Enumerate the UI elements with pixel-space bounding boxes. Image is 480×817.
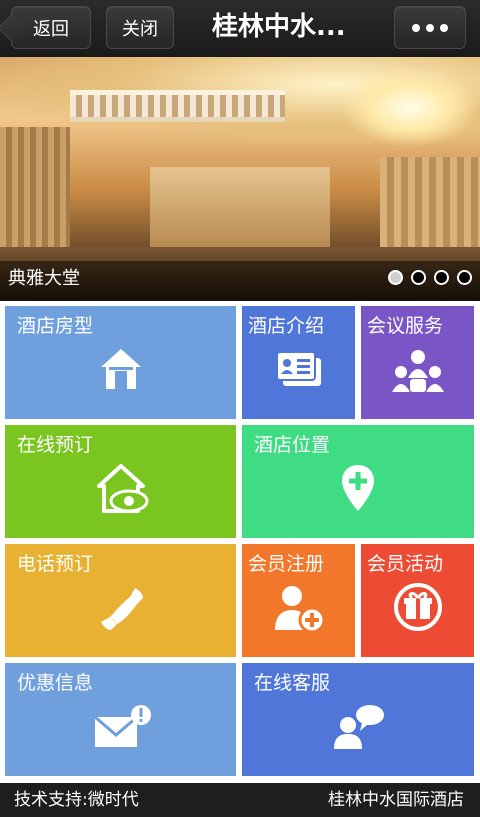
tile-label: 电话预订 (17, 553, 94, 575)
footer-bar: 技术支持:微时代 桂林中水国际酒店 (0, 783, 480, 817)
tile-label: 会议服务 (367, 315, 444, 337)
tile-label: 酒店介绍 (248, 315, 325, 337)
carousel-dot[interactable] (388, 270, 403, 285)
house-eye-icon (97, 464, 149, 513)
tile-member-activity[interactable]: 会员活动 (361, 544, 474, 657)
close-button-label: 关闭 (122, 18, 158, 40)
carousel-dot[interactable] (411, 270, 426, 285)
tile-member-register[interactable]: 会员注册 (242, 544, 355, 657)
tile-label: 会员活动 (367, 553, 444, 575)
back-button[interactable]: 返回 (11, 6, 91, 49)
chat-person-icon (334, 705, 384, 749)
tile-label: 酒店房型 (17, 315, 94, 337)
balcony-railing (70, 90, 285, 122)
close-button[interactable]: 关闭 (106, 6, 174, 49)
house-icon (101, 349, 141, 389)
mail-notification-icon (94, 705, 151, 747)
footer-tech-support: 技术支持:微时代 (14, 790, 139, 810)
tile-hotel-intro[interactable]: 酒店介绍 (242, 306, 355, 419)
carousel-caption: 典雅大堂 (8, 268, 80, 289)
tile-label: 在线预订 (17, 434, 94, 456)
phone-icon (101, 588, 143, 630)
carousel-dot[interactable] (434, 270, 449, 285)
ellipsis-icon (412, 23, 448, 32)
carousel-pager (388, 270, 472, 285)
top-navbar: 返回 关闭 桂林中水... (0, 0, 480, 57)
tile-online-booking[interactable]: 在线预订 (5, 425, 236, 538)
back-button-label: 返回 (33, 18, 69, 40)
tile-room-types[interactable]: 酒店房型 (5, 306, 236, 419)
photo-carousel[interactable]: 典雅大堂 (0, 57, 480, 301)
tile-phone-booking[interactable]: 电话预订 (5, 544, 236, 657)
tile-label: 酒店位置 (254, 434, 331, 456)
more-button[interactable] (394, 6, 466, 49)
footer-hotel-name: 桂林中水国际酒店 (328, 790, 464, 810)
map-pin-icon (342, 465, 374, 511)
tile-online-service[interactable]: 在线客服 (242, 663, 474, 776)
tile-promotions[interactable]: 优惠信息 (5, 663, 236, 776)
carousel-dot[interactable] (457, 270, 472, 285)
id-card-icon (276, 351, 321, 386)
page-title: 桂林中水... (212, 12, 346, 42)
gift-icon (394, 583, 442, 631)
group-people-icon (392, 350, 444, 392)
chandelier-light (340, 67, 480, 147)
add-user-icon (275, 586, 326, 634)
tile-meeting-service[interactable]: 会议服务 (361, 306, 474, 419)
tile-hotel-location[interactable]: 酒店位置 (242, 425, 474, 538)
tile-label: 会员注册 (248, 553, 325, 575)
tile-label: 优惠信息 (17, 672, 94, 694)
tile-label: 在线客服 (254, 672, 331, 694)
